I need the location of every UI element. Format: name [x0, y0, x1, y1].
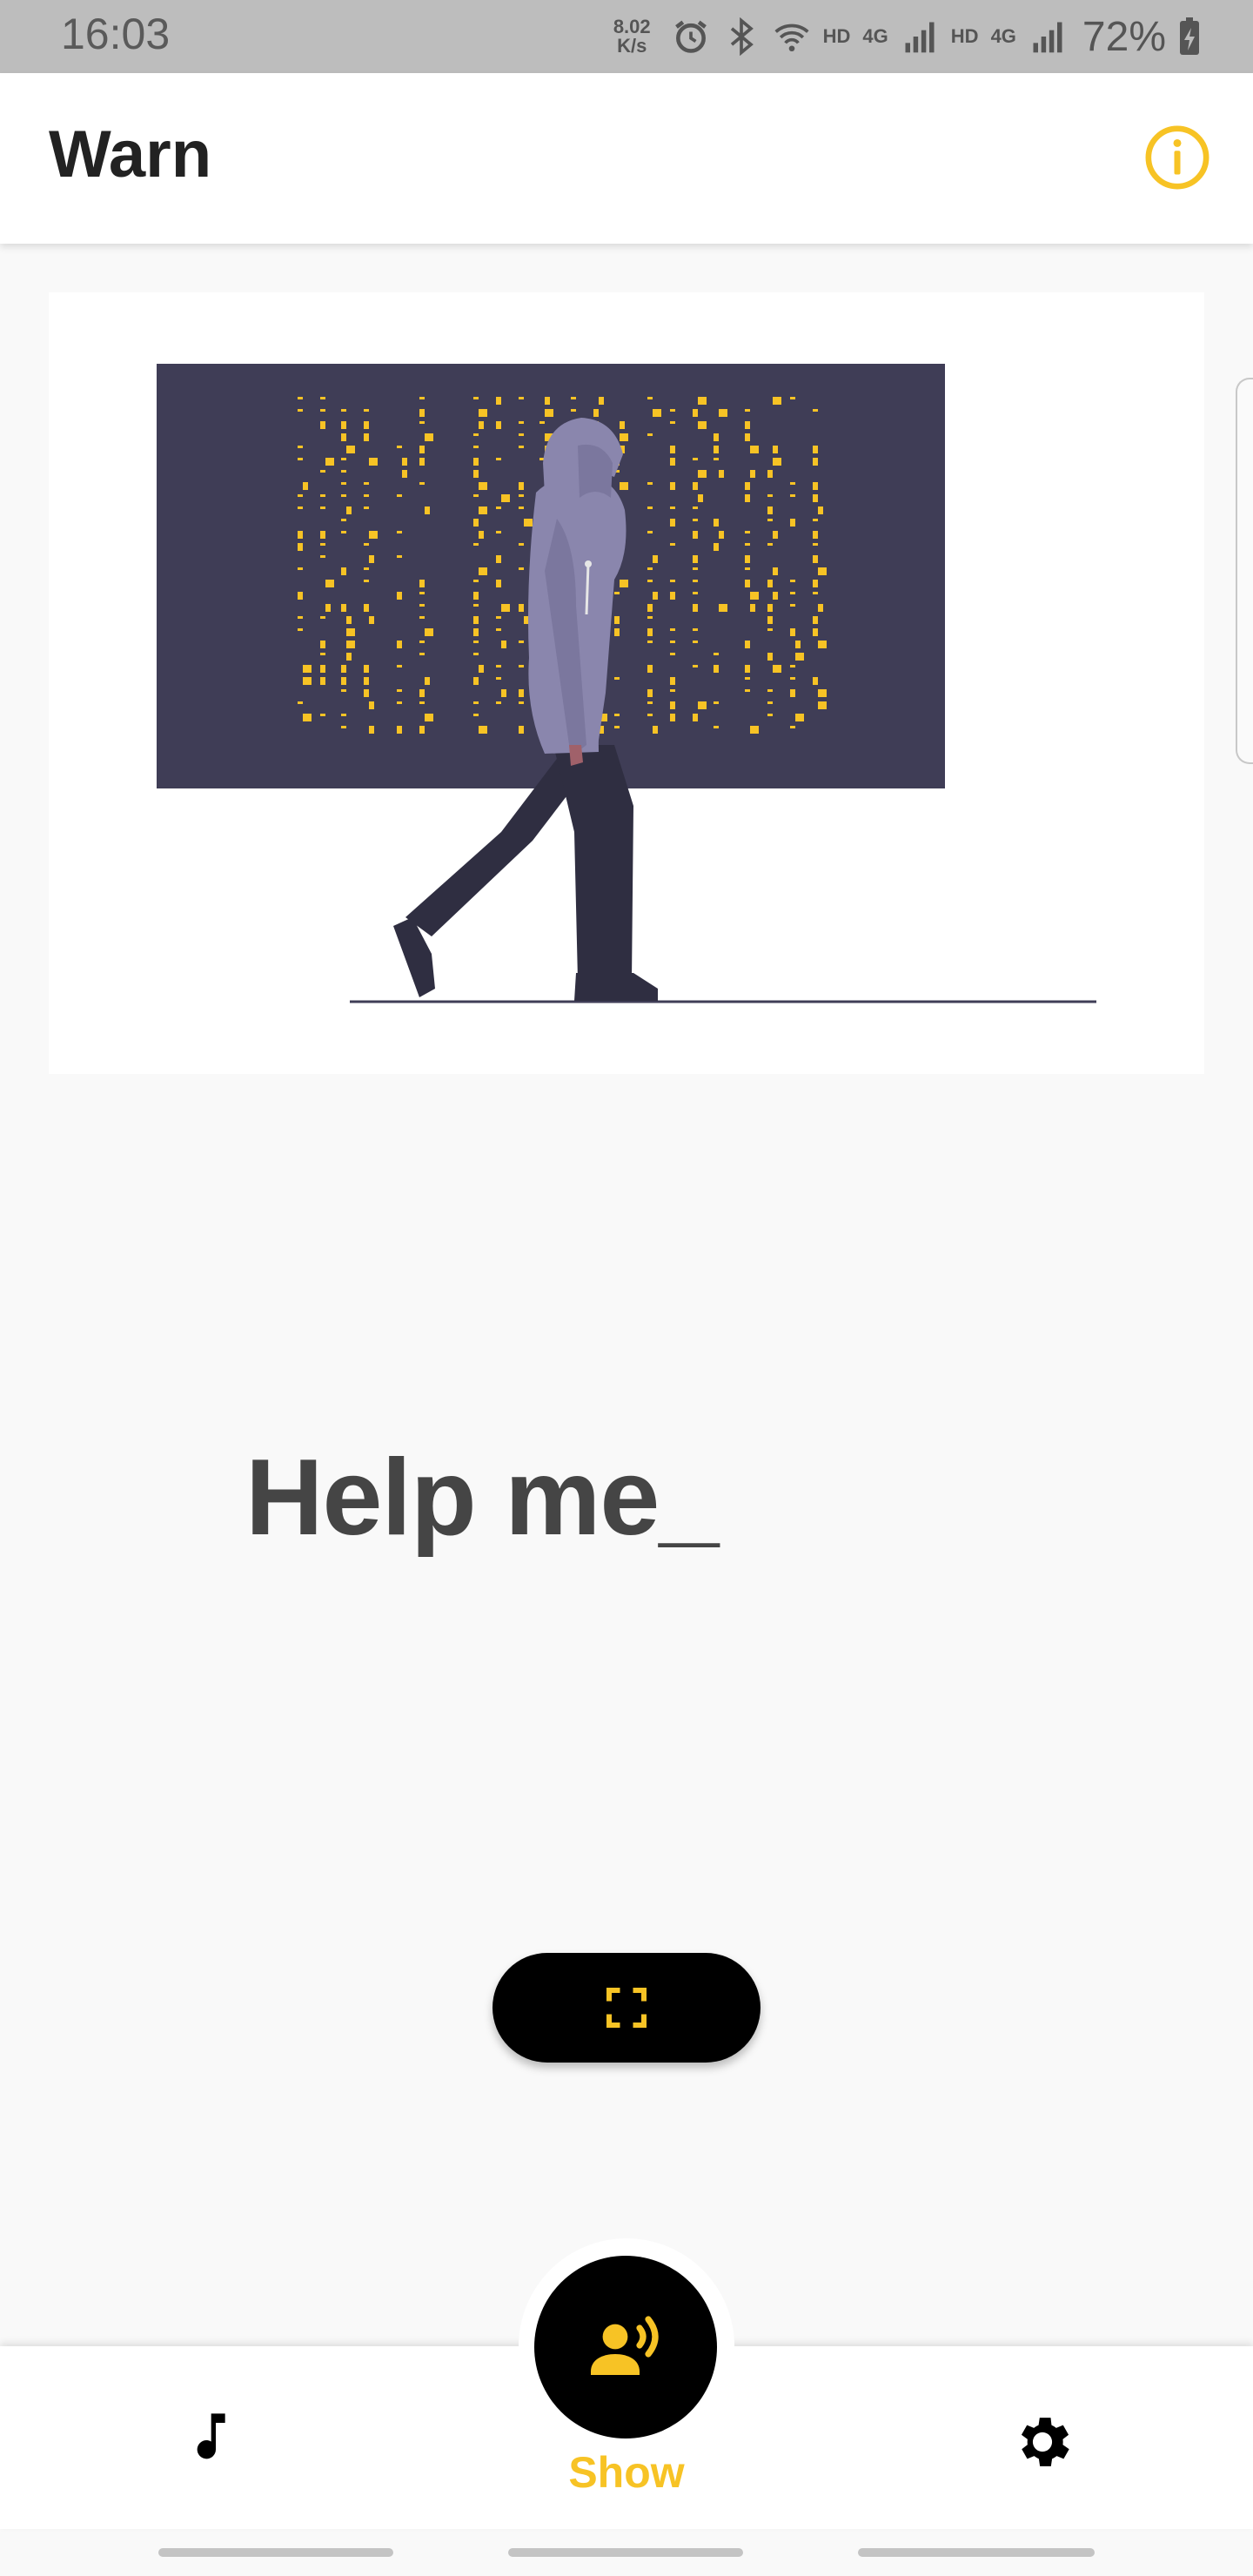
- status-bar: 16:03 8.02 K/s HD 4G HD 4G 72%: [0, 0, 1253, 73]
- signal-icon-2: [1033, 22, 1062, 53]
- warning-message: Help me_: [245, 1438, 719, 1558]
- hd-label-1: HD: [822, 25, 851, 47]
- gesture-bar-left: [158, 2548, 393, 2557]
- hd-label-2: HD: [950, 25, 979, 47]
- signal-icon-1: [905, 22, 935, 53]
- nav-label-show[interactable]: Show: [539, 2447, 714, 2498]
- hooded-person-illustration: [157, 364, 1096, 1003]
- status-icons: 8.02 K/s HD 4G HD 4G 72%: [613, 10, 1201, 63]
- gear-icon[interactable]: [1009, 2409, 1075, 2475]
- illustration-card: [49, 292, 1204, 1074]
- network-type-2: 4G: [990, 25, 1016, 47]
- page-title: Warn: [49, 117, 212, 191]
- gesture-bar-center[interactable]: [508, 2548, 743, 2557]
- alarm-icon: [674, 20, 707, 53]
- fullscreen-icon: [606, 1988, 647, 2028]
- info-icon[interactable]: [1143, 124, 1211, 191]
- status-time: 16:03: [61, 10, 171, 58]
- music-note-icon[interactable]: [181, 2409, 237, 2465]
- network-speed-unit: K/s: [617, 35, 647, 57]
- screen: 16:03 8.02 K/s HD 4G HD 4G 72% Warn Help…: [0, 0, 1253, 2576]
- bluetooth-icon: [730, 17, 754, 56]
- fullscreen-button[interactable]: [492, 1953, 761, 2063]
- network-speed-value: 8.02: [613, 16, 651, 37]
- network-speed: 8.02 K/s: [613, 17, 651, 56]
- side-drawer-handle[interactable]: [1236, 378, 1253, 764]
- wifi-icon: [774, 23, 809, 52]
- gesture-bar-right: [858, 2548, 1095, 2557]
- speaker-person-icon: [591, 2316, 659, 2375]
- battery-charging-icon: [1180, 17, 1199, 55]
- battery-percent: 72%: [1082, 13, 1166, 60]
- app-bar: Warn: [0, 73, 1253, 244]
- show-tab-button[interactable]: [534, 2256, 717, 2438]
- network-type-1: 4G: [862, 25, 888, 47]
